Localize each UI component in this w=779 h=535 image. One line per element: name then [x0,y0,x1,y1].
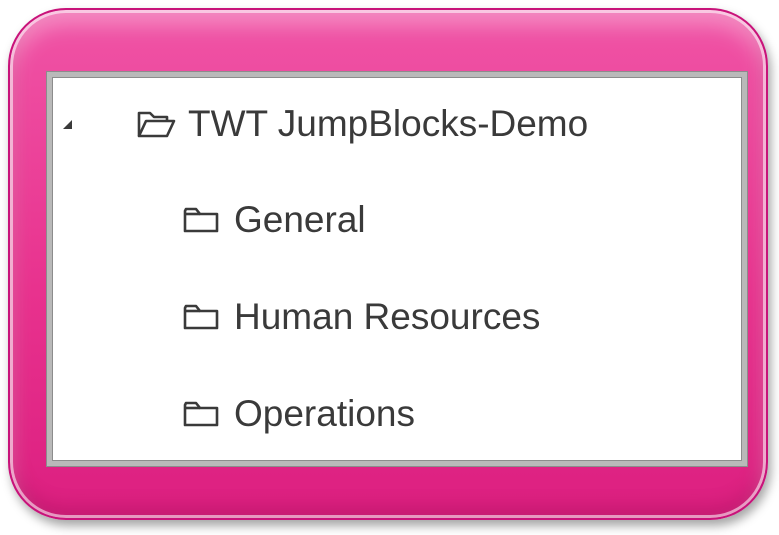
folder-icon [182,204,222,236]
tree-node-label: General [234,199,366,240]
tree-node-root-label: TWT JumpBlocks-Demo [188,103,589,144]
tree-node-general[interactable]: General [182,190,366,250]
triangle-down-icon[interactable] [60,117,74,131]
folder-icon [182,301,222,333]
folder-icon [182,398,222,430]
tree-panel: TWT JumpBlocks-Demo General Human Resour… [47,72,747,466]
tree-node-label: Human Resources [234,296,541,337]
tree-node-operations[interactable]: Operations [182,384,415,444]
tree-node-root[interactable]: TWT JumpBlocks-Demo [60,94,588,154]
folder-open-icon [136,108,176,140]
tree-node-human-resources[interactable]: Human Resources [182,287,540,347]
tree-node-label: Operations [234,393,415,434]
